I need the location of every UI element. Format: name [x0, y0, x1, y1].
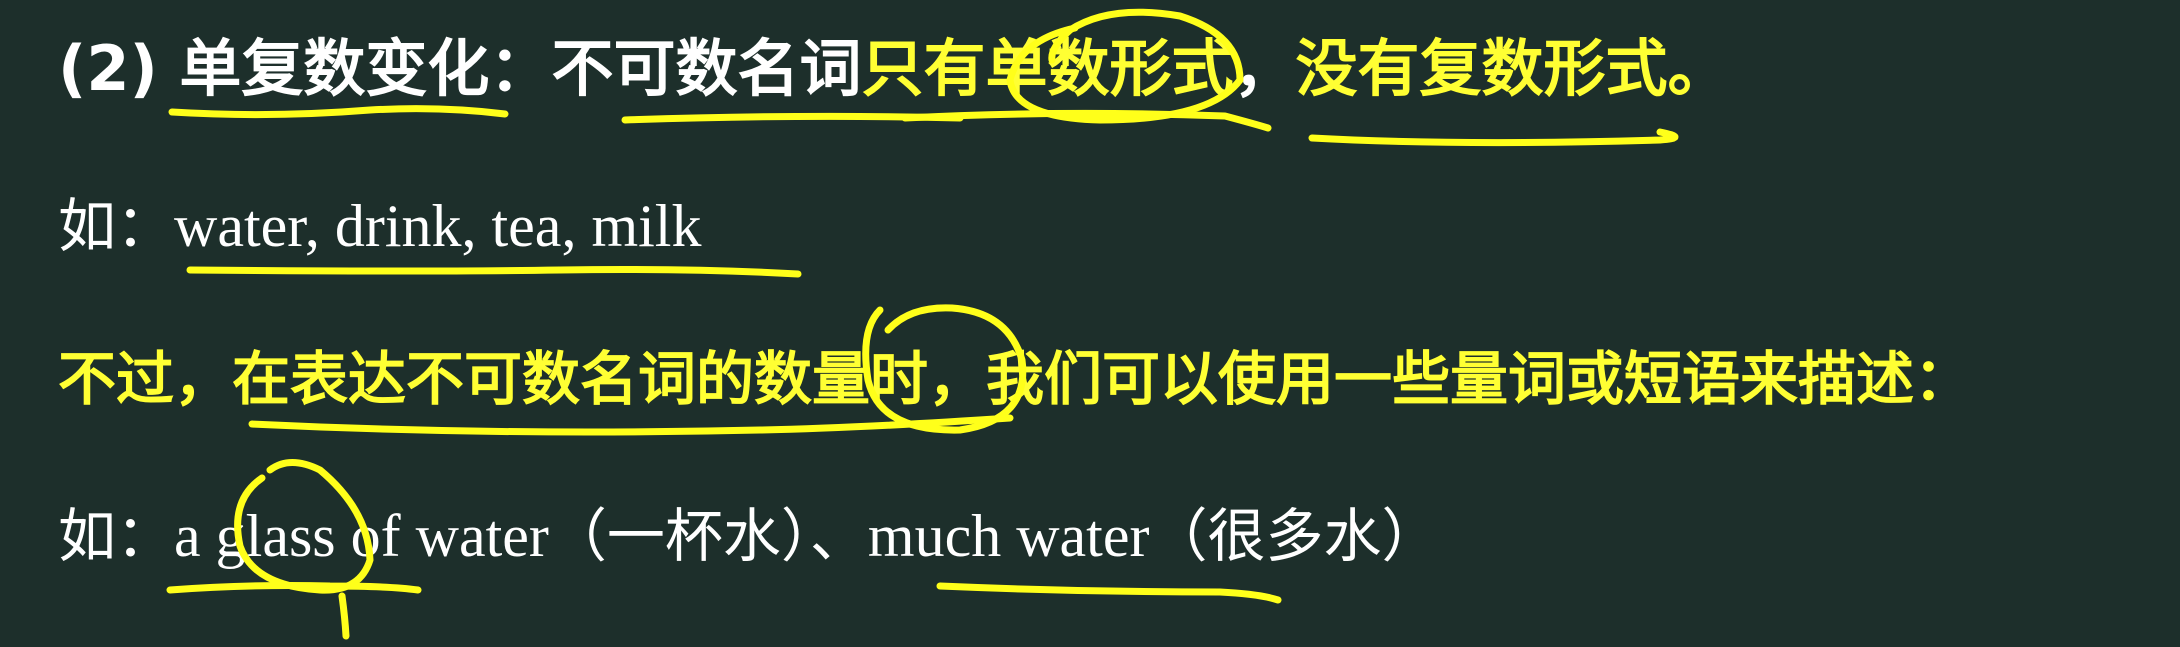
rule-number: (2) [58, 32, 158, 105]
example-separator: 、 [809, 502, 868, 570]
underline-glass-annotation [166, 582, 422, 594]
rule-comma: ， [1233, 32, 1296, 105]
underline-subject-annotation [621, 112, 964, 124]
examples-prefix: 如： [58, 192, 175, 260]
topic-colon: ： [489, 32, 552, 105]
quantifier-explanation-line: 不过，在表达不可数名词的数量时，我们可以使用一些量词或短语来描述： [58, 350, 1972, 408]
rule-period: 。 [1667, 32, 1730, 105]
underline-quantity-annotation [248, 414, 1014, 436]
glass-annotation-tail [338, 592, 350, 640]
lesson-slide: (2) 单复数变化：不可数名词只有单数形式，没有复数形式。 如：water, d… [0, 0, 2180, 647]
uncountable-examples: water, drink, tea, milk [174, 193, 702, 259]
rule-singular-only: 只有单数形式 [861, 32, 1234, 105]
example-much-water: much water [867, 503, 1150, 569]
underline-examples-annotation [186, 266, 802, 278]
gloss-one-glass: （一杯水） [548, 502, 810, 570]
quantifier-explanation: 不过，在表达不可数名词的数量时，我们可以使用一些量词或短语来描述： [58, 345, 1973, 413]
rule-heading-line: (2) 单复数变化：不可数名词只有单数形式，没有复数形式。 [58, 38, 1730, 100]
rule-topic: 单复数变化 [179, 32, 490, 105]
rule-subject: 不可数名词 [551, 32, 862, 105]
example-a-glass-of-water: a glass of water [174, 503, 549, 569]
examples-line: 如：water, drink, tea, milk [58, 196, 701, 256]
underline-much-water-annotation [936, 582, 1282, 604]
quantifier-examples-prefix: 如： [58, 502, 175, 570]
underline-no-plural-annotation [1308, 128, 1679, 147]
underline-topic-annotation [168, 105, 509, 119]
rule-no-plural: 没有复数形式 [1295, 32, 1668, 105]
quantifier-examples-line: 如：a glass of water（一杯水）、much water（很多水） [58, 506, 1439, 566]
gloss-much-water: （很多水） [1149, 502, 1440, 570]
underline-singular-annotation [901, 109, 1272, 132]
